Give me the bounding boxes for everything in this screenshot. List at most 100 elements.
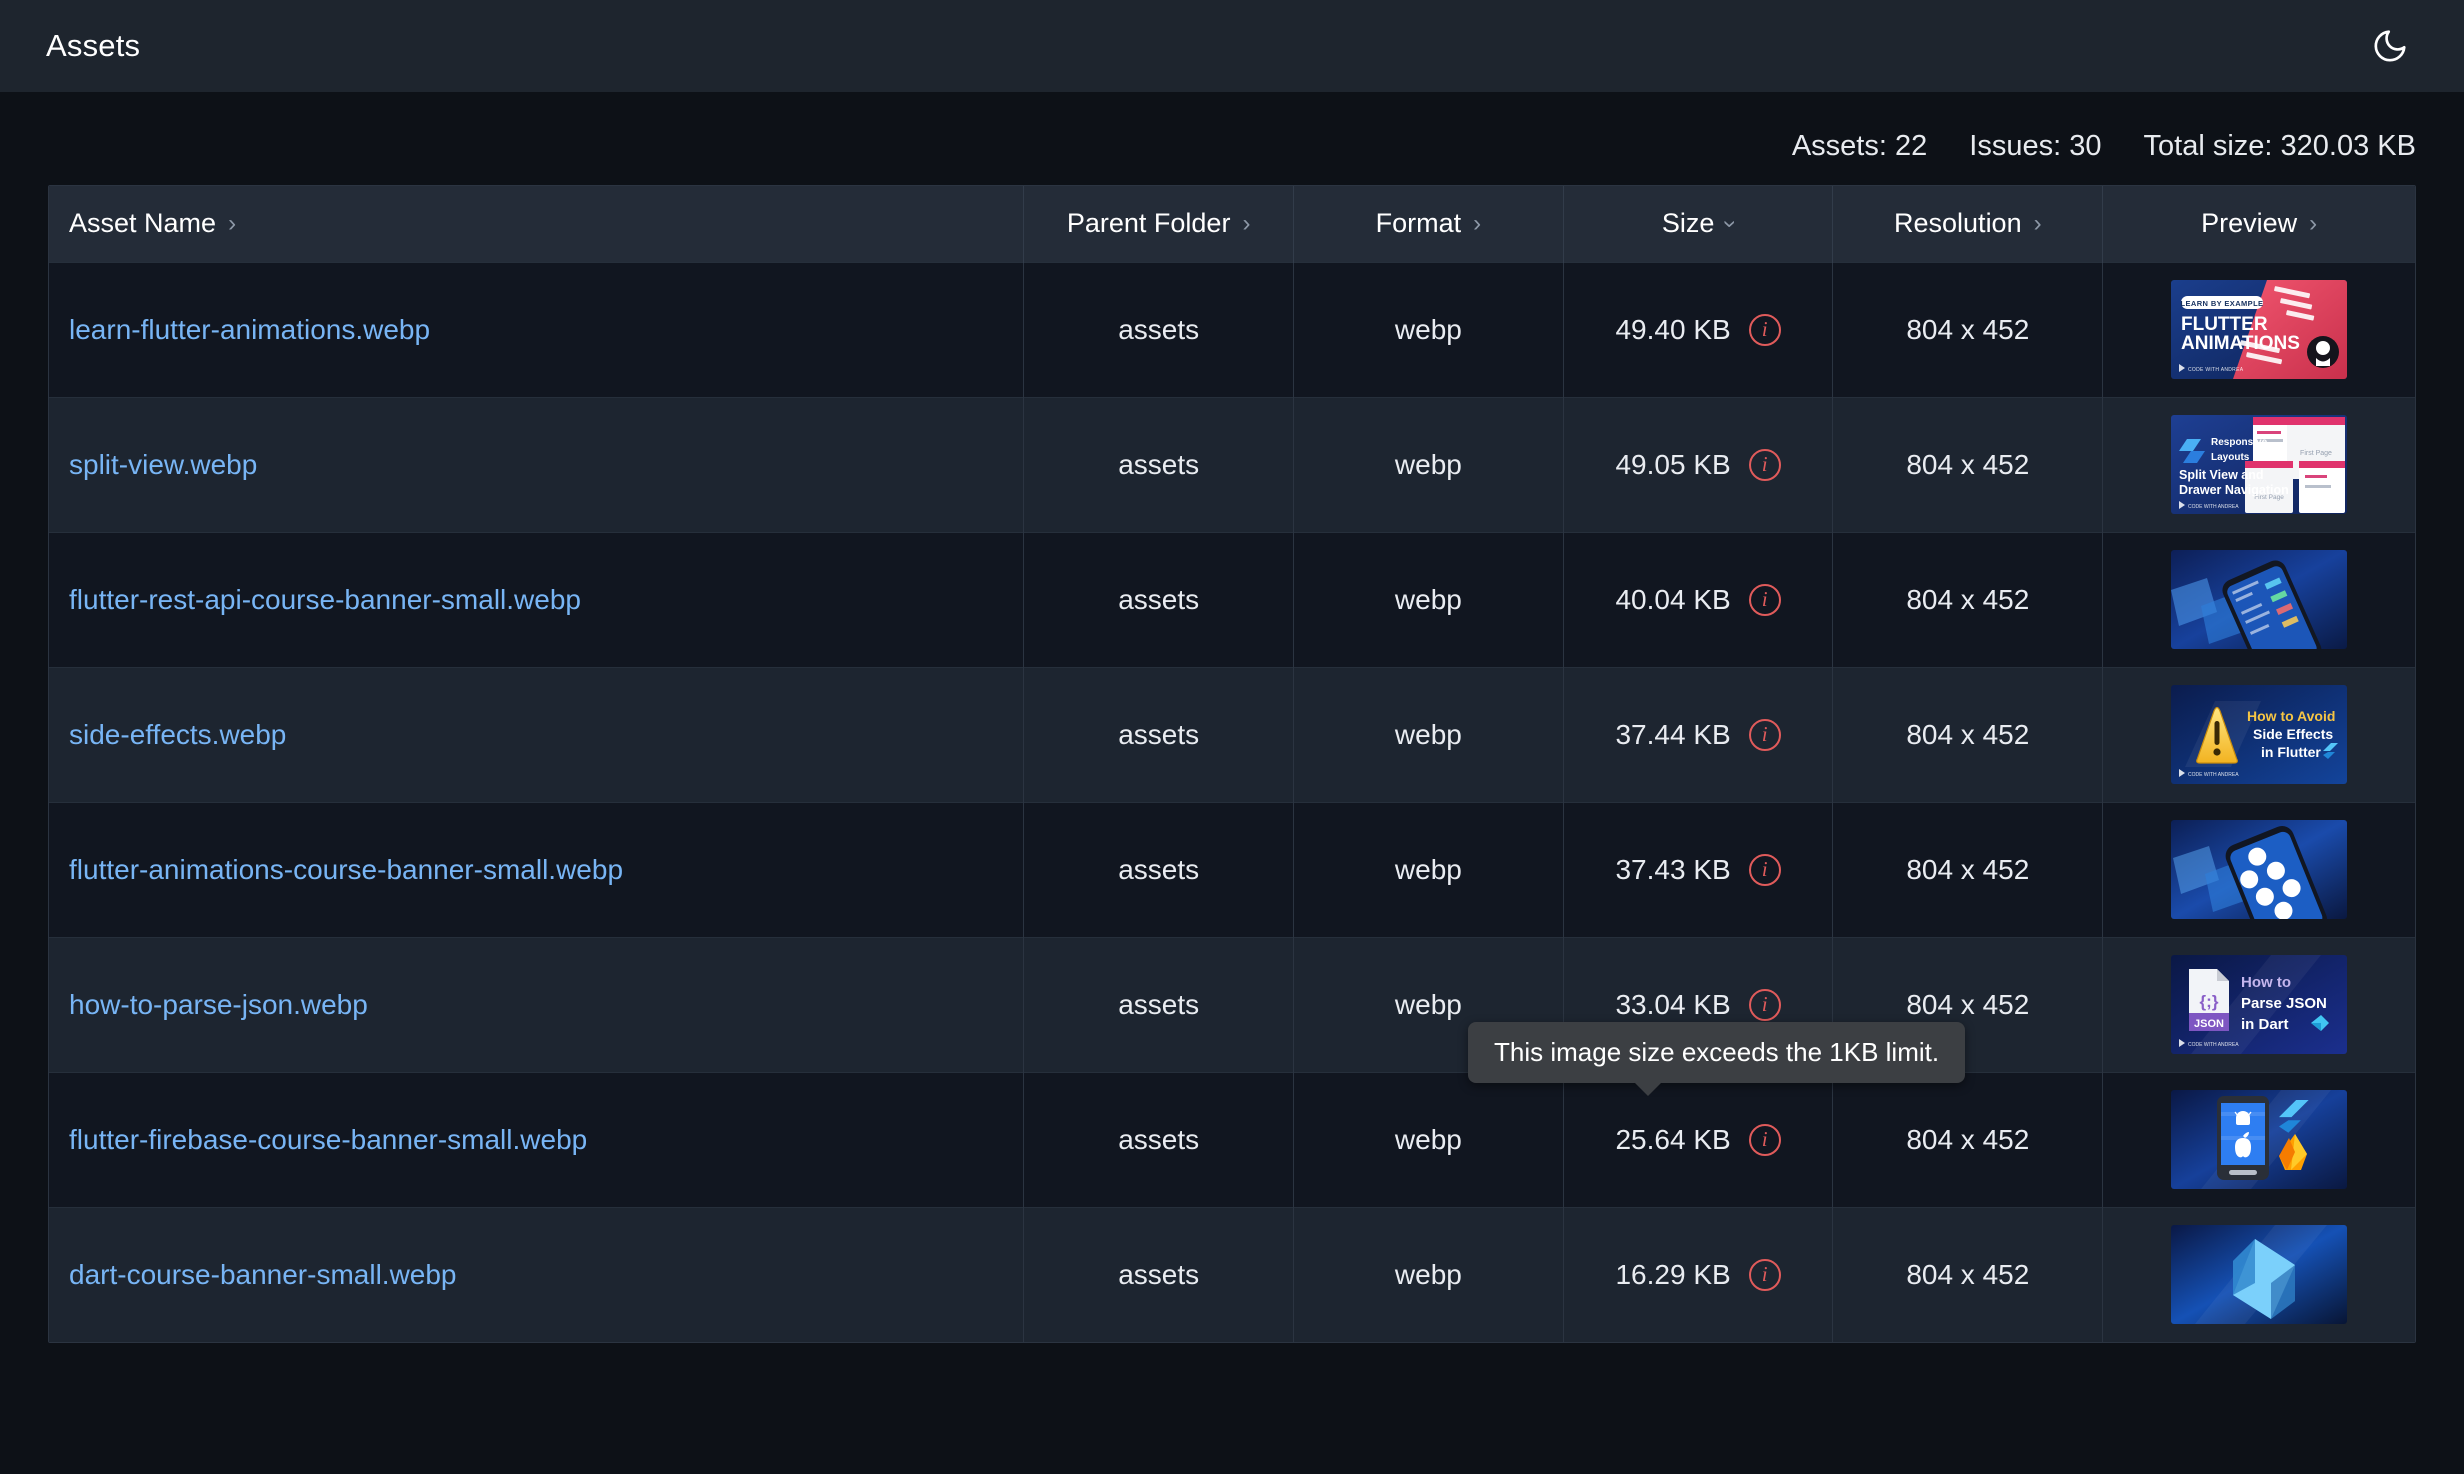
table-row: side-effects.webp assets webp 37.44 KB i… bbox=[49, 666, 2415, 802]
column-header-asset-name[interactable]: Asset Name › bbox=[49, 186, 1025, 262]
cell-preview bbox=[2102, 1071, 2415, 1207]
dart-logo-thumbnail[interactable] bbox=[2171, 1225, 2348, 1325]
parse-json-thumbnail[interactable]: {;} JSON How to Parse JSON in Dart CODE … bbox=[2171, 955, 2348, 1054]
split-view-thumbnail[interactable]: First Page First Page Responsive Layouts… bbox=[2171, 415, 2348, 514]
chevron-right-icon: › bbox=[1473, 209, 1482, 237]
cell-resolution: 804 x 452 bbox=[1832, 666, 2104, 802]
svg-text:How to: How to bbox=[2241, 974, 2291, 991]
size-value: 49.05 KB bbox=[1615, 448, 1731, 480]
cell-preview: {;} JSON How to Parse JSON in Dart CODE … bbox=[2102, 936, 2415, 1072]
asset-name-link[interactable]: dart-course-banner-small.webp bbox=[69, 1259, 457, 1290]
animations-phone-thumbnail[interactable] bbox=[2171, 820, 2348, 919]
svg-text:Side Effects: Side Effects bbox=[2253, 726, 2333, 742]
table-row: flutter-rest-api-course-banner-small.web… bbox=[49, 531, 2415, 667]
column-header-resolution[interactable]: Resolution › bbox=[1832, 186, 2104, 262]
cell-size: 40.04 KB i bbox=[1563, 531, 1834, 667]
asset-name-link[interactable]: how-to-parse-json.webp bbox=[69, 989, 368, 1020]
issue-info-icon[interactable]: i bbox=[1748, 718, 1781, 751]
table-body: learn-flutter-animations.webp assets web… bbox=[49, 261, 2415, 1342]
issue-info-icon[interactable]: i bbox=[1748, 1258, 1781, 1291]
cell-asset-name: split-view.webp bbox=[49, 396, 1025, 532]
svg-text:Drawer Navigation: Drawer Navigation bbox=[2179, 483, 2289, 497]
asset-name-link[interactable]: side-effects.webp bbox=[69, 719, 286, 750]
cell-asset-name: flutter-animations-course-banner-small.w… bbox=[49, 801, 1025, 937]
cell-asset-name: flutter-firebase-course-banner-small.web… bbox=[49, 1071, 1025, 1207]
table-row: flutter-firebase-course-banner-small.web… bbox=[49, 1071, 2415, 1207]
column-label: Format bbox=[1375, 208, 1462, 239]
cell-size: 37.43 KB i bbox=[1563, 801, 1834, 937]
column-header-format[interactable]: Format › bbox=[1293, 186, 1564, 262]
svg-text:FLUTTER: FLUTTER bbox=[2181, 314, 2268, 335]
side-effects-warning-thumbnail[interactable]: How to Avoid Side Effects in Flutter COD… bbox=[2171, 685, 2348, 784]
page-title: Assets bbox=[46, 28, 141, 63]
summary-bar: Assets: 22 Issues: 30 Total size: 320.03… bbox=[0, 92, 2464, 185]
size-issue-tooltip: This image size exceeds the 1KB limit. bbox=[1468, 1022, 1966, 1096]
chevron-right-icon: › bbox=[228, 209, 237, 237]
svg-text:CODE WITH ANDREA: CODE WITH ANDREA bbox=[2188, 772, 2239, 778]
issue-info-icon[interactable]: i bbox=[1748, 448, 1781, 481]
cell-resolution: 804 x 452 bbox=[1832, 801, 2104, 937]
table-row: dart-course-banner-small.webp assets web… bbox=[49, 1206, 2415, 1342]
cell-parent-folder: assets bbox=[1023, 801, 1295, 937]
size-value: 33.04 KB bbox=[1615, 988, 1731, 1020]
cell-size: 37.44 KB i bbox=[1563, 666, 1834, 802]
cell-preview bbox=[2102, 801, 2415, 937]
cell-resolution: 804 x 452 bbox=[1832, 1071, 2104, 1207]
cell-resolution: 804 x 452 bbox=[1832, 396, 2104, 532]
column-header-preview[interactable]: Preview › bbox=[2103, 186, 2415, 262]
cell-parent-folder: assets bbox=[1023, 1071, 1295, 1207]
asset-name-link[interactable]: flutter-rest-api-course-banner-small.web… bbox=[69, 584, 581, 615]
cell-preview: How to Avoid Side Effects in Flutter COD… bbox=[2102, 666, 2415, 802]
rest-api-phone-thumbnail[interactable] bbox=[2171, 550, 2348, 649]
svg-text:Parse JSON: Parse JSON bbox=[2241, 995, 2327, 1012]
chevron-down-icon: › bbox=[1717, 219, 1745, 228]
cell-asset-name: dart-course-banner-small.webp bbox=[49, 1206, 1025, 1342]
svg-text:First Page: First Page bbox=[2300, 450, 2332, 457]
column-label: Preview bbox=[2201, 208, 2298, 239]
svg-text:Layouts: Layouts bbox=[2211, 452, 2250, 463]
column-label: Resolution bbox=[1894, 208, 2022, 239]
issue-info-icon[interactable]: i bbox=[1748, 313, 1781, 346]
asset-name-link[interactable]: learn-flutter-animations.webp bbox=[69, 314, 430, 345]
asset-name-link[interactable]: flutter-animations-course-banner-small.w… bbox=[69, 854, 623, 885]
theme-toggle-button[interactable] bbox=[2360, 16, 2420, 76]
cell-format: webp bbox=[1293, 531, 1564, 667]
assets-table-container: Asset Name › Parent Folder › Format › Si… bbox=[48, 185, 2416, 1343]
size-value: 37.44 KB bbox=[1615, 718, 1731, 750]
issue-info-icon[interactable]: i bbox=[1748, 988, 1781, 1021]
cell-asset-name: side-effects.webp bbox=[49, 666, 1025, 802]
issue-info-icon[interactable]: i bbox=[1748, 853, 1781, 886]
asset-name-link[interactable]: split-view.webp bbox=[69, 449, 257, 480]
column-label: Size bbox=[1661, 208, 1715, 239]
flutter-animations-thumbnail[interactable]: LEARN BY EXAMPLE FLUTTER ANIMATIONS CODE… bbox=[2171, 280, 2348, 379]
column-label: Asset Name bbox=[69, 208, 217, 239]
cell-preview: LEARN BY EXAMPLE FLUTTER ANIMATIONS CODE… bbox=[2102, 261, 2415, 397]
svg-text:LEARN BY EXAMPLE: LEARN BY EXAMPLE bbox=[2181, 299, 2264, 308]
cell-format: webp bbox=[1293, 261, 1564, 397]
chevron-right-icon: › bbox=[2033, 209, 2042, 237]
cell-size: 49.40 KB i bbox=[1563, 261, 1834, 397]
firebase-thumbnail[interactable] bbox=[2171, 1090, 2348, 1189]
cell-parent-folder: assets bbox=[1023, 396, 1295, 532]
content-area: Assets: 22 Issues: 30 Total size: 320.03… bbox=[0, 92, 2464, 1474]
cell-size: 16.29 KB i bbox=[1563, 1206, 1834, 1342]
size-value: 49.40 KB bbox=[1615, 313, 1731, 345]
size-value: 37.43 KB bbox=[1615, 853, 1731, 885]
svg-text:CODE WITH ANDREA: CODE WITH ANDREA bbox=[2188, 1042, 2239, 1048]
svg-text:in Dart: in Dart bbox=[2241, 1016, 2289, 1033]
column-label: Parent Folder bbox=[1066, 208, 1231, 239]
chevron-right-icon: › bbox=[1242, 209, 1251, 237]
svg-text:How to Avoid: How to Avoid bbox=[2247, 708, 2335, 724]
size-value: 25.64 KB bbox=[1615, 1123, 1731, 1155]
column-header-size[interactable]: Size › bbox=[1563, 186, 1834, 262]
issue-info-icon[interactable]: i bbox=[1748, 1123, 1781, 1156]
asset-name-link[interactable]: flutter-firebase-course-banner-small.web… bbox=[69, 1124, 587, 1155]
total-size: Total size: 320.03 KB bbox=[2143, 130, 2416, 162]
column-header-parent-folder[interactable]: Parent Folder › bbox=[1023, 186, 1295, 262]
cell-asset-name: how-to-parse-json.webp bbox=[49, 936, 1025, 1072]
cell-format: webp bbox=[1293, 1206, 1564, 1342]
cell-preview bbox=[2102, 1206, 2415, 1342]
cell-format: webp bbox=[1293, 666, 1564, 802]
issue-info-icon[interactable]: i bbox=[1748, 583, 1781, 616]
table-row: flutter-animations-course-banner-small.w… bbox=[49, 801, 2415, 937]
